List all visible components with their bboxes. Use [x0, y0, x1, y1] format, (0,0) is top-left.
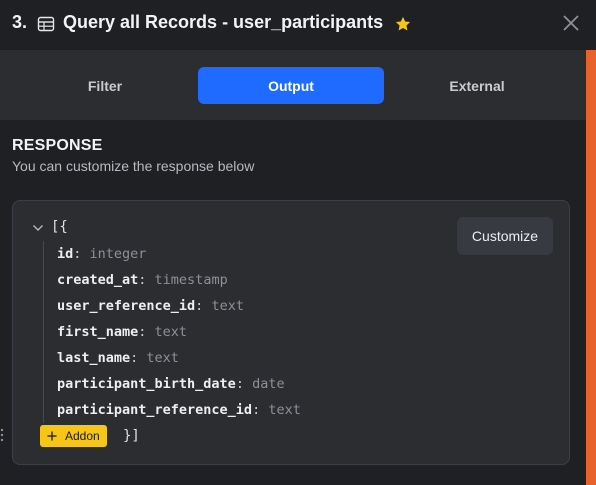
field-name: participant_birth_date [57, 376, 236, 392]
field-type: integer [89, 246, 147, 262]
field-type: text [146, 350, 179, 366]
section-subtitle: You can customize the response below [12, 158, 255, 174]
response-section: RESPONSE You can customize the response … [0, 120, 586, 485]
star-icon[interactable] [394, 15, 412, 33]
tab-filter[interactable]: Filter [12, 67, 198, 104]
field-name: user_reference_id [57, 298, 196, 314]
page-title: Query all Records - user_participants [63, 12, 384, 32]
field-type: timestamp [154, 272, 228, 288]
field-row: participant_birth_date: date [57, 376, 285, 392]
field-row: created_at: timestamp [57, 272, 228, 288]
addon-label: Addon [65, 429, 100, 443]
field-row: user_reference_id: text [57, 298, 244, 314]
field-row: last_name: text [57, 350, 179, 366]
tree-guide [43, 241, 44, 423]
chevron-down-icon[interactable] [32, 222, 44, 234]
tab-bar: Filter Output External [0, 50, 586, 120]
step-number: 3. [12, 12, 28, 32]
field-type: date [252, 376, 285, 392]
field-row: first_name: text [57, 324, 188, 340]
field-type: text [268, 402, 301, 418]
field-row: participant_reference_id: text [57, 402, 301, 418]
response-schema-panel: [{ id: integer created_at: timestamp use… [12, 200, 570, 465]
tab-external[interactable]: External [384, 67, 570, 104]
section-title: RESPONSE [12, 137, 103, 154]
modal-header: 3. Query all Records - user_participants [0, 0, 596, 50]
table-icon [37, 16, 55, 32]
field-name: created_at [57, 272, 139, 288]
scrollbar[interactable] [586, 50, 596, 485]
plus-icon [47, 431, 57, 441]
close-icon[interactable] [560, 12, 582, 34]
drag-handle-icon[interactable] [0, 428, 4, 442]
close-bracket: }] [123, 428, 140, 444]
field-name: participant_reference_id [57, 402, 253, 418]
field-row: id: integer [57, 246, 147, 262]
addon-button[interactable]: Addon [40, 425, 107, 447]
open-bracket: [{ [51, 219, 68, 235]
field-type: text [211, 298, 244, 314]
field-name: first_name [57, 324, 139, 340]
field-name: id [57, 246, 74, 262]
field-name: last_name [57, 350, 131, 366]
tab-output[interactable]: Output [198, 67, 384, 104]
field-type: text [154, 324, 188, 340]
customize-button[interactable]: Customize [457, 217, 553, 255]
